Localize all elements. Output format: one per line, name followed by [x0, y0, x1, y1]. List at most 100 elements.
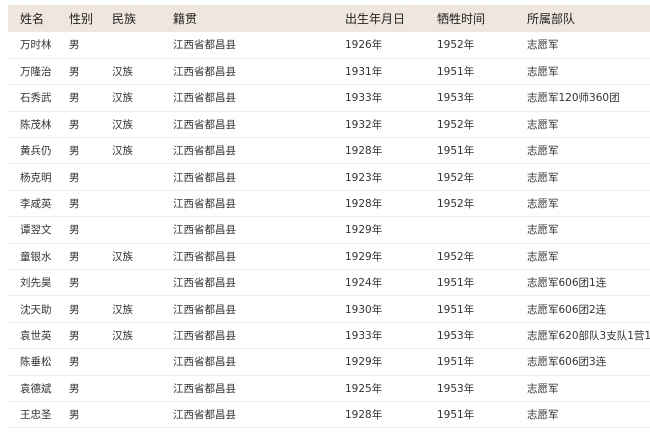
cell-origin: 江西省都昌县: [173, 329, 236, 342]
cell-ethnicity: 汉族: [112, 66, 133, 79]
cell-name: 万隆治: [20, 66, 52, 79]
cell-birth-year: 1933年: [345, 329, 383, 342]
cell-ethnicity: [100, 401, 161, 427]
cell-unit: 志愿军: [527, 198, 559, 211]
cell-name: 石秀武: [20, 92, 52, 105]
cell-origin: 江西省都昌县: [173, 303, 236, 316]
cell-death-year: 1952年: [437, 39, 475, 52]
cell-birth-year: 1928年: [345, 145, 383, 158]
table-row: 陈垂松 男 江西省都昌县 1929年 1951年 志愿军606团3连: [8, 349, 650, 376]
cell-unit: 志愿军620部队3支队1营1连: [527, 329, 650, 342]
cell-unit: 志愿军: [527, 118, 559, 131]
cell-gender: 男: [69, 39, 80, 52]
cell-birth-year: 1928年: [345, 198, 383, 211]
martyrs-table: 姓名 性别 民族 籍贯 出生年月日 牺牲时间 所属部队 万时林男江西省都昌县 1926年 195…: [8, 5, 650, 428]
cell-unit: 志愿军120师360团: [527, 92, 620, 105]
table-row: 李咸英 男 江西省都昌县 1928年 1952年 志愿军: [8, 190, 650, 217]
cell-death-year: 1951年: [437, 145, 475, 158]
table-row: 黄兵仍 男 汉族 江西省都昌县 1928年 1951年 志愿军: [8, 138, 650, 164]
cell-gender: 男: [69, 171, 80, 184]
table-body: 万时林男江西省都昌县 1926年 1952年 志愿军 万隆治男汉族 江西省都昌县 1931年…: [8, 32, 650, 428]
table-row: 袁世英 男 汉族 江西省都昌县 1933年 1953年 志愿军620部队3支队1营1连: [8, 322, 650, 349]
cell-death-year: 1951年: [437, 66, 475, 79]
cell-ethnicity: 汉族: [112, 118, 133, 131]
cell-ethnicity: [100, 375, 161, 401]
cell-ethnicity: 汉族: [112, 303, 133, 316]
cell-death-year: 1951年: [437, 356, 475, 369]
cell-unit: 志愿军: [527, 382, 559, 395]
cell-unit: 志愿军: [527, 250, 559, 263]
column-header-unit: 所属部队: [527, 12, 576, 26]
cell-name: 李咸英: [20, 198, 52, 211]
cell-ethnicity: [100, 270, 161, 296]
cell-birth-year: 1923年: [345, 171, 383, 184]
cell-name: 陈垂松: [20, 356, 52, 369]
cell-origin: 江西省都昌县: [173, 118, 236, 131]
cell-origin: 江西省都昌县: [173, 224, 236, 237]
cell-name: 刘先昊: [20, 277, 52, 290]
table-row: 沈天助 男 汉族 江西省都昌县 1930年 1951年 志愿军606团2连: [8, 296, 650, 323]
cell-death-year: 1952年: [437, 171, 475, 184]
cell-origin: 江西省都昌县: [173, 145, 236, 158]
cell-name: 袁德斌: [20, 382, 52, 395]
cell-origin: 江西省都昌县: [173, 356, 236, 369]
cell-name: 童银水: [20, 250, 52, 263]
cell-birth-year: 1932年: [345, 118, 383, 131]
cell-unit: 志愿军606团2连: [527, 303, 607, 316]
header-row: 姓名 性别 民族 籍贯 出生年月日 牺牲时间 所属部队: [8, 5, 650, 32]
cell-origin: 江西省都昌县: [173, 66, 236, 79]
cell-ethnicity: [100, 164, 161, 190]
cell-gender: 男: [69, 250, 80, 263]
column-header-gender: 性别: [69, 12, 94, 26]
table-row: 袁德斌 男 江西省都昌县 1925年 1953年 志愿军: [8, 375, 650, 402]
cell-gender: 男: [69, 382, 80, 395]
table-row: 万隆治 男 汉族 江西省都昌县 1931年 1951年 志愿军: [8, 58, 650, 85]
column-header-death-year: 牺牲时间: [437, 12, 486, 26]
table-row: 童银水 男 汉族 江西省都昌县 1929年 1952年 志愿军: [8, 243, 650, 270]
cell-unit: 志愿军: [527, 39, 559, 52]
cell-death-year: 1953年: [437, 382, 475, 395]
cell-birth-year: 1925年: [345, 382, 383, 395]
cell-name: 黄兵仍: [20, 145, 52, 158]
cell-birth-year: 1929年: [345, 356, 383, 369]
cell-gender: 男: [69, 198, 80, 211]
cell-ethnicity: 汉族: [112, 92, 133, 105]
cell-birth-year: 1930年: [345, 303, 383, 316]
cell-gender: 男: [69, 224, 80, 237]
cell-death-year: [425, 217, 515, 243]
cell-gender: 男: [69, 145, 80, 158]
cell-death-year: 1952年: [437, 118, 475, 131]
cell-death-year: 1951年: [437, 303, 475, 316]
table-row: 陈茂林 男 汉族 江西省都昌县 1932年 1952年 志愿军: [8, 111, 650, 138]
cell-origin: 江西省都昌县: [173, 198, 236, 211]
cell-death-year: 1951年: [437, 277, 475, 290]
cell-name: 袁世英: [20, 329, 52, 342]
table-header: 姓名 性别 民族 籍贯 出生年月日 牺牲时间 所属部队: [8, 5, 650, 32]
cell-name: 万时林: [20, 39, 52, 52]
cell-ethnicity: [100, 190, 161, 216]
cell-gender: 男: [69, 303, 80, 316]
cell-unit: 志愿军606团1连: [527, 277, 607, 290]
cell-origin: 江西省都昌县: [173, 171, 236, 184]
cell-gender: 男: [69, 66, 80, 79]
cell-birth-year: 1931年: [345, 66, 383, 79]
cell-origin: 江西省都昌县: [173, 409, 236, 422]
cell-gender: 男: [69, 356, 80, 369]
cell-ethnicity: 汉族: [112, 145, 133, 158]
cell-origin: 江西省都昌县: [173, 92, 236, 105]
cell-death-year: 1952年: [437, 250, 475, 263]
page: 姓名 性别 民族 籍贯 出生年月日 牺牲时间 所属部队 万时林男江西省都昌县 1926年 195…: [0, 0, 650, 444]
cell-birth-year: 1929年: [345, 250, 383, 263]
cell-gender: 男: [69, 277, 80, 290]
table-row: 刘先昊 男 江西省都昌县 1924年 1951年 志愿军606团1连: [8, 270, 650, 296]
cell-unit: 志愿军: [527, 171, 559, 184]
table-row: 万时林 男 江西省都昌县 1926年 1952年 志愿军: [8, 32, 650, 59]
cell-unit: 志愿军: [527, 224, 559, 237]
cell-gender: 男: [69, 92, 80, 105]
cell-unit: 志愿军: [527, 66, 559, 79]
cell-birth-year: 1933年: [345, 92, 383, 105]
cell-gender: 男: [69, 409, 80, 422]
cell-death-year: 1952年: [437, 198, 475, 211]
cell-name: 陈茂林: [20, 118, 52, 131]
cell-ethnicity: 汉族: [112, 329, 133, 342]
